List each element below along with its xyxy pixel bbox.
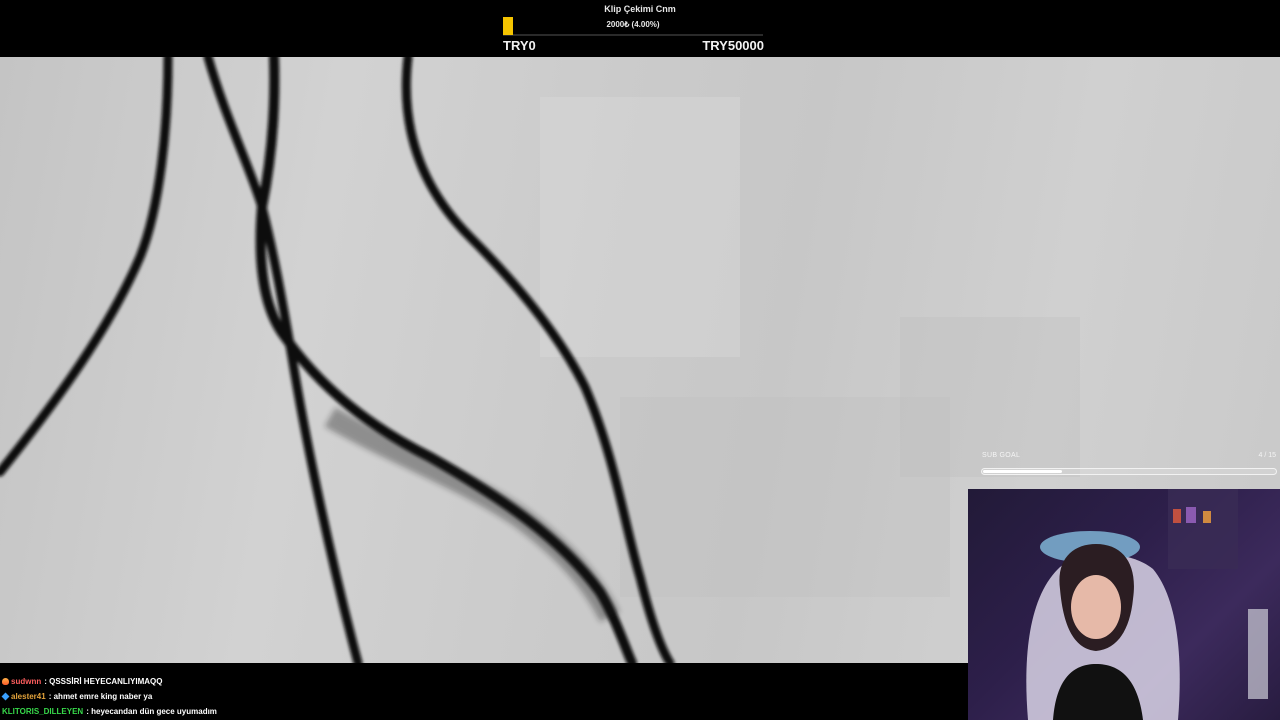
- chat-username: alester41: [11, 692, 46, 701]
- sub-goal-label: SUB GOAL: [982, 452, 1021, 459]
- chat-text: QSSSİRİ HEYECANLIYIMAQQ: [49, 677, 163, 686]
- donation-goal-min: TRY0: [503, 38, 536, 53]
- donation-goal-track: [503, 34, 763, 36]
- donation-goal-amount: 2000₺ (4.00%): [606, 20, 660, 29]
- chat-overlay: sudwnn: QSSSİRİ HEYECANLIYIMAQQ alester4…: [0, 663, 968, 720]
- chat-message: alester41: ahmet emre king naber ya: [1, 692, 153, 701]
- chat-username: KLITORIS_DILLEYEN: [2, 707, 84, 716]
- cable-motion-blur: [324, 407, 620, 623]
- chat-message: sudwnn: QSSSİRİ HEYECANLIYIMAQQ: [2, 677, 162, 686]
- cable: [203, 57, 363, 663]
- sub-goal-count: 4 / 15: [1258, 452, 1276, 459]
- donation-goal-fill: [503, 17, 513, 35]
- chat-message: KLITORIS_DILLEYEN: heyecandan dün gece u…: [2, 707, 217, 716]
- cable: [0, 57, 173, 477]
- donation-goal-title: Klip Çekimi Cnm: [604, 4, 676, 14]
- floor-patch: [540, 97, 740, 357]
- chat-text: ahmet emre king naber ya: [53, 692, 153, 701]
- shelf-item: [1186, 507, 1196, 523]
- face: [1071, 575, 1121, 639]
- flame-icon: [2, 678, 9, 685]
- donation-goal-bar: Klip Çekimi Cnm 2000₺ (4.00%) TRY0 TRY50…: [0, 0, 1280, 57]
- shelf-item: [1203, 511, 1211, 523]
- chat-separator: :: [86, 707, 89, 716]
- shelf-item: [1173, 509, 1181, 523]
- gem-icon: [1, 692, 10, 701]
- webcam-feed: [968, 489, 1280, 720]
- webcam-feed-icon: [1026, 489, 1268, 720]
- sub-goal-track: [981, 468, 1277, 475]
- microphone: [1248, 609, 1268, 699]
- donation-goal-max: TRY50000: [702, 38, 764, 53]
- chat-separator: :: [44, 677, 47, 686]
- sub-goal-fill: [983, 470, 1062, 473]
- sub-goal-widget: SUB GOAL 4 / 15: [980, 452, 1278, 480]
- chat-separator: :: [48, 692, 52, 701]
- chat-text: heyecandan dün gece uyumadım: [91, 707, 217, 716]
- shelf: [1168, 489, 1238, 569]
- chat-username: sudwnn: [11, 677, 42, 686]
